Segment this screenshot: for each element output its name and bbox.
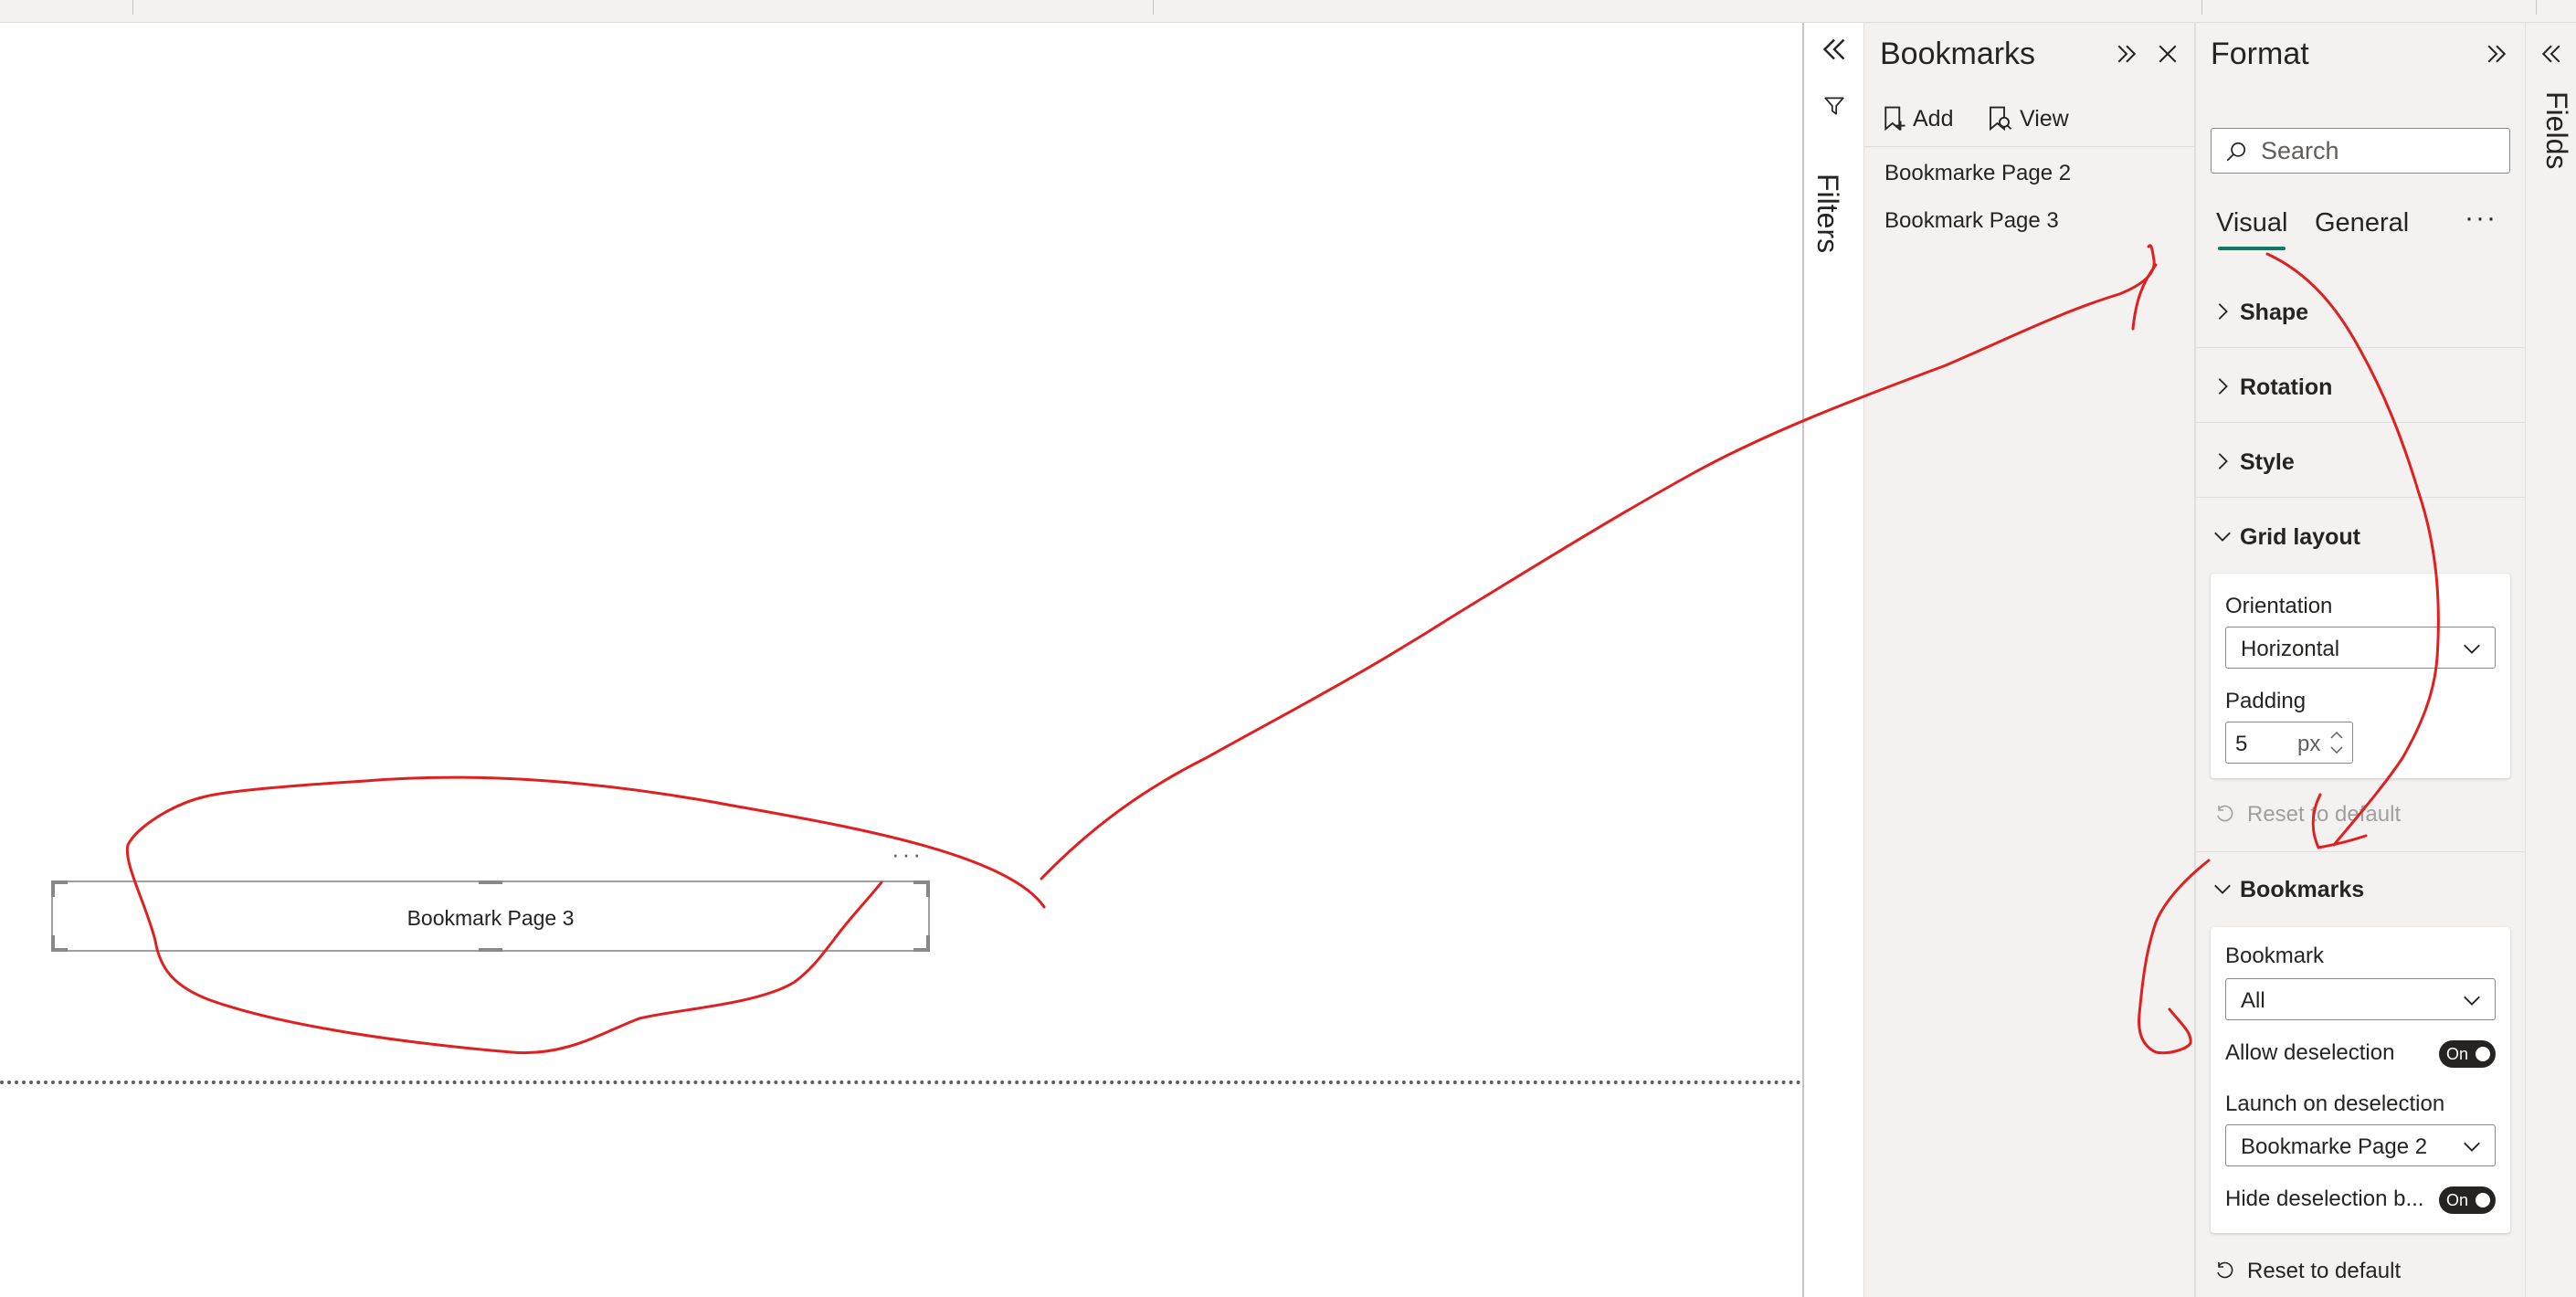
top-toolbar-strip	[0, 0, 2576, 23]
fields-pane-label[interactable]: Fields	[2539, 91, 2573, 169]
orientation-dropdown[interactable]: Horizontal	[2225, 627, 2496, 669]
resize-handle-top[interactable]	[479, 880, 502, 884]
toggle-knob	[2476, 1047, 2490, 1061]
toolbar-divider	[1153, 0, 1154, 15]
toolbar-divider	[132, 0, 133, 15]
section-label: Style	[2240, 449, 2295, 475]
chevron-down-icon	[2214, 532, 2231, 542]
bookmark-view-icon	[1990, 106, 2012, 132]
reset-grid-layout-button[interactable]: Reset to default	[2214, 802, 2401, 828]
bookmark-label: Bookmark	[2225, 944, 2325, 968]
section-label: Shape	[2240, 300, 2309, 325]
grid-layout-card: Orientation Horizontal Padding 5 px	[2211, 574, 2510, 778]
padding-label: Padding	[2225, 689, 2307, 713]
allow-deselection-toggle[interactable]: On	[2439, 1040, 2496, 1068]
collapse-pane-icon[interactable]	[1818, 33, 1851, 66]
reset-label: Reset to default	[2247, 802, 2402, 827]
toggle-knob	[2476, 1193, 2490, 1207]
more-options-button[interactable]: ···	[2465, 203, 2497, 234]
orientation-label: Orientation	[2225, 594, 2333, 618]
report-canvas[interactable]	[0, 23, 1802, 1297]
format-search-box[interactable]	[2211, 128, 2510, 174]
reset-label: Reset to default	[2247, 1259, 2402, 1283]
section-rotation[interactable]: Rotation	[2194, 349, 2525, 423]
section-label: Grid layout	[2240, 524, 2360, 550]
reset-bookmarks-button[interactable]: Reset to default	[2214, 1259, 2401, 1284]
launch-on-deselection-value: Bookmarke Page 2	[2241, 1134, 2428, 1159]
padding-unit: px	[2297, 732, 2321, 756]
chevron-right-icon	[2218, 378, 2228, 395]
view-bookmarks-button[interactable]: View	[1987, 100, 2069, 137]
tab-visual[interactable]: Visual	[2216, 208, 2287, 238]
chevron-down-icon	[2464, 1142, 2480, 1152]
toolbar-divider	[2536, 0, 2537, 15]
orientation-value: Horizontal	[2241, 637, 2340, 661]
section-label: Rotation	[2240, 374, 2333, 400]
section-grid-layout[interactable]: Grid layout	[2194, 499, 2525, 572]
toggle-state-text: On	[2446, 1191, 2469, 1209]
resize-handle-bottom[interactable]	[479, 948, 502, 952]
reset-icon	[2217, 1261, 2233, 1279]
resize-handle-bottom-right[interactable]	[926, 935, 930, 952]
hide-deselection-label: Hide deselection b...	[2225, 1186, 2424, 1211]
filter-icon	[1824, 97, 1844, 115]
format-pane-title: Format	[2211, 37, 2309, 71]
expand-pane-icon[interactable]	[2483, 40, 2510, 68]
section-bookmarks[interactable]: Bookmarks	[2194, 851, 2525, 924]
resize-handle-bottom-left[interactable]	[51, 935, 55, 952]
toolbar-divider	[2201, 0, 2202, 15]
launch-on-deselection-dropdown[interactable]: Bookmarke Page 2	[2225, 1124, 2496, 1166]
bookmark-list-item[interactable]: Bookmark Page 3	[1884, 208, 2059, 234]
resize-handle-top-right[interactable]	[926, 880, 930, 897]
visual-more-options-button[interactable]: ···	[892, 840, 924, 869]
spinner-arrows-icon[interactable]	[2327, 726, 2347, 759]
chevron-right-icon	[2218, 303, 2228, 320]
search-icon	[2226, 142, 2246, 162]
search-input[interactable]	[2261, 129, 2498, 173]
hide-deselection-toggle[interactable]: On	[2439, 1186, 2496, 1214]
padding-value[interactable]: 5	[2235, 732, 2247, 757]
chevron-down-icon	[2464, 996, 2480, 1006]
bookmark-navigator-button-label[interactable]: Bookmark Page 3	[53, 906, 928, 931]
launch-on-deselection-label: Launch on deselection	[2225, 1091, 2445, 1116]
bookmark-navigator-visual[interactable]: Bookmark Page 3	[51, 880, 930, 952]
add-bookmark-button[interactable]: Add	[1882, 100, 1953, 137]
bookmarks-pane-title: Bookmarks	[1880, 37, 2036, 71]
filters-pane-label[interactable]: Filters	[1811, 174, 1844, 253]
allow-deselection-label: Allow deselection	[2225, 1040, 2395, 1065]
expand-pane-icon[interactable]	[2113, 40, 2140, 68]
bookmark-dropdown[interactable]: All	[2225, 978, 2496, 1020]
divider	[1863, 146, 2194, 147]
padding-input[interactable]: 5 px	[2225, 722, 2353, 764]
toggle-state-text: On	[2446, 1045, 2469, 1063]
bookmark-value: All	[2241, 988, 2265, 1013]
section-shape[interactable]: Shape	[2194, 274, 2525, 348]
section-style[interactable]: Style	[2194, 424, 2525, 498]
add-bookmark-label: Add	[1913, 105, 1954, 132]
bookmark-add-icon	[1884, 106, 1906, 132]
resize-handle-top-left[interactable]	[51, 880, 55, 897]
bookmark-list-item[interactable]: Bookmarke Page 2	[1884, 161, 2071, 186]
bookmarks-settings-card: Bookmark All Allow deselection On Launch…	[2211, 927, 2510, 1233]
tab-general[interactable]: General	[2315, 208, 2409, 238]
chevron-down-icon	[2214, 884, 2231, 894]
reset-icon	[2217, 805, 2233, 822]
chevron-down-icon	[2464, 644, 2480, 654]
fields-pane-collapsed[interactable]	[2525, 23, 2576, 1297]
view-bookmarks-label: View	[2020, 105, 2069, 132]
close-icon[interactable]	[2154, 40, 2181, 68]
collapse-pane-icon[interactable]	[2538, 40, 2565, 68]
chevron-right-icon	[2218, 453, 2228, 469]
page-boundary-line	[0, 1081, 1802, 1084]
section-label: Bookmarks	[2240, 877, 2365, 902]
selected-tab-indicator	[2218, 247, 2286, 250]
